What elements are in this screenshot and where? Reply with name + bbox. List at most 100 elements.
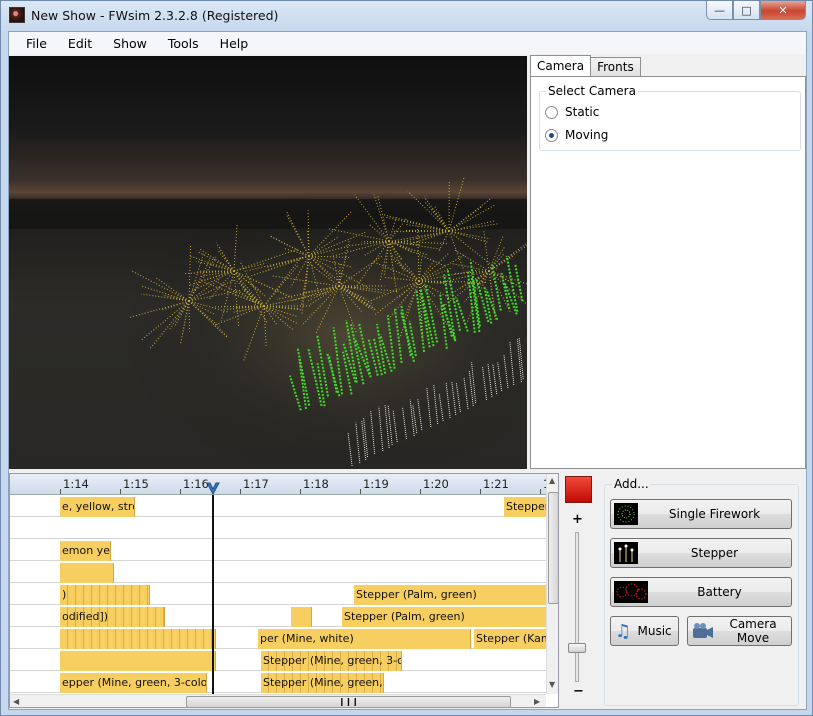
show-preview-viewport[interactable]: [9, 56, 527, 469]
timeline-horizontal-scrollbar[interactable]: ◀ ❙❙❙ ▶: [10, 694, 546, 707]
effect-block[interactable]: ): [60, 585, 150, 605]
timeline-track[interactable]: Stepper (Mine, green, 3-colored tail [mo…: [10, 650, 546, 671]
camera-tab-panel: Select Camera Static Moving: [530, 76, 806, 469]
music-icon: ♫: [615, 620, 632, 642]
ruler-tick: [420, 489, 421, 494]
timeline-track[interactable]: odified]) Stepper (Palm, green): [10, 606, 558, 627]
timeline-track[interactable]: [10, 562, 546, 583]
effect-block[interactable]: [291, 607, 312, 627]
add-camera-move-button[interactable]: Camera Move: [687, 616, 792, 646]
record-button[interactable]: [565, 476, 592, 503]
zoom-out-icon: −: [573, 684, 584, 699]
effect-block[interactable]: Stepper (Palm, green): [354, 585, 558, 605]
effect-block[interactable]: epper (Mine, green, 3-colored ta: [60, 673, 207, 693]
effect-block[interactable]: emon yellow [modified: [60, 541, 111, 561]
app-icon: [9, 7, 25, 23]
show-timeline[interactable]: 1:141:151:161:171:181:191:201:211:22 e, …: [9, 473, 559, 708]
horizontal-scroll-thumb[interactable]: ❙❙❙: [186, 696, 511, 707]
zoom-slider-thumb[interactable]: [568, 643, 586, 653]
static-radio[interactable]: [545, 105, 558, 119]
stepper-icon: [614, 542, 638, 564]
playhead-marker-icon[interactable]: [206, 482, 220, 495]
menu-help[interactable]: Help: [211, 36, 258, 51]
ruler-tick-label: 1:18: [303, 477, 329, 491]
app-window: New Show - FWsim 2.3.2.8 (Registered) — …: [0, 0, 813, 716]
timeline-track[interactable]: Stepper: [10, 518, 558, 539]
close-icon: ✕: [778, 3, 788, 17]
client-area: File Edit Show Tools Help Camera Fronts …: [8, 31, 807, 710]
ruler-tick: [120, 489, 121, 494]
add-single-firework-button[interactable]: Single Firework: [610, 499, 792, 529]
zoom-slider-track[interactable]: [575, 532, 579, 682]
battery-label: Battery: [697, 585, 742, 599]
maximize-icon: □: [741, 3, 752, 17]
add-battery-button[interactable]: Battery: [610, 577, 792, 607]
moving-label: Moving: [565, 128, 609, 142]
ruler-tick-label: 1:20: [423, 477, 449, 491]
ruler-tick: [240, 489, 241, 494]
tab-camera[interactable]: Camera: [530, 55, 592, 76]
zoom-in-icon: +: [572, 512, 583, 527]
title-bar[interactable]: New Show - FWsim 2.3.2.8 (Registered) — …: [1, 1, 812, 31]
menu-edit[interactable]: Edit: [59, 36, 101, 51]
menu-show[interactable]: Show: [104, 36, 156, 51]
add-stepper-button[interactable]: Stepper: [610, 538, 792, 568]
stepper-label: Stepper: [690, 546, 739, 560]
timeline-track[interactable]: epper (Mine, green, 3-colored ta Stepper …: [10, 672, 546, 693]
minimize-icon: —: [714, 3, 725, 17]
time-ruler[interactable]: 1:141:151:161:171:181:191:201:211:22: [10, 474, 558, 495]
tab-fronts[interactable]: Fronts: [590, 57, 641, 76]
effect-block[interactable]: per (Mine, white): [258, 629, 471, 649]
music-label: Music: [637, 624, 672, 638]
scroll-down-icon[interactable]: ▼: [549, 680, 555, 689]
ruler-tick-label: 1:14: [63, 477, 89, 491]
scroll-left-icon[interactable]: ◀: [13, 697, 19, 706]
vertical-scroll-thumb[interactable]: [548, 492, 558, 604]
menu-tools[interactable]: Tools: [159, 36, 208, 51]
effect-block[interactable]: e, yellow, strobe [modified]: [60, 497, 135, 517]
ruler-tick: [480, 489, 481, 494]
timeline-track[interactable]: per (Mine, white)Stepper (Kamuro with o: [10, 628, 558, 649]
playhead-line[interactable]: [212, 495, 214, 707]
effect-block[interactable]: [60, 563, 114, 583]
camera-move-icon: [693, 623, 713, 638]
single-firework-label: Single Firework: [668, 507, 761, 521]
ruler-tick-label: 1:17: [243, 477, 269, 491]
menu-bar: File Edit Show Tools Help: [9, 32, 806, 54]
battery-icon: [614, 581, 648, 603]
close-button[interactable]: ✕: [760, 1, 806, 20]
timeline-track[interactable]: emon yellow [modifiedStepper: [10, 540, 558, 561]
ruler-tick-label: 1:19: [363, 477, 389, 491]
timeline-track[interactable]: ) Stepper (Palm, green): [10, 584, 558, 605]
effect-block[interactable]: [60, 629, 216, 649]
timeline-track[interactable]: e, yellow, strobe [modified]Stepper (Pal…: [10, 496, 558, 517]
effect-block[interactable]: Stepper (Palm, green): [342, 607, 558, 627]
effect-block[interactable]: Stepper (Mine, green, 3-colored tail [mo…: [261, 651, 402, 671]
moving-radio[interactable]: [545, 128, 558, 142]
ruler-tick: [540, 489, 541, 494]
ruler-tick-label: 1:15: [123, 477, 149, 491]
effect-block[interactable]: [60, 651, 216, 671]
menu-file[interactable]: File: [17, 36, 56, 51]
effect-block[interactable]: odified]): [60, 607, 165, 627]
timeline-vertical-scrollbar[interactable]: ▲ ▼: [546, 474, 558, 694]
minimize-button[interactable]: —: [706, 1, 733, 20]
effect-block[interactable]: Stepper (Mine, green, 3-colored tail [mo: [261, 673, 384, 693]
maximize-button[interactable]: □: [733, 1, 760, 20]
camera-move-label: Camera Move: [729, 617, 777, 645]
scroll-right-icon[interactable]: ▶: [534, 697, 540, 706]
window-title: New Show - FWsim 2.3.2.8 (Registered): [31, 8, 279, 23]
single-firework-icon: [614, 503, 638, 525]
fireworks-scene: [9, 176, 527, 469]
ruler-tick-label: 1:21: [483, 477, 509, 491]
ruler-tick: [60, 489, 61, 494]
select-camera-title: Select Camera: [546, 84, 638, 98]
add-title: Add...: [612, 477, 651, 491]
add-music-button[interactable]: ♫ Music: [610, 616, 679, 646]
static-camera-option[interactable]: Static: [545, 105, 599, 119]
static-label: Static: [565, 105, 600, 119]
ruler-tick: [360, 489, 361, 494]
moving-camera-option[interactable]: Moving: [545, 128, 608, 142]
select-camera-group: Select Camera Static Moving: [539, 84, 801, 151]
scroll-up-icon[interactable]: ▲: [549, 476, 555, 485]
